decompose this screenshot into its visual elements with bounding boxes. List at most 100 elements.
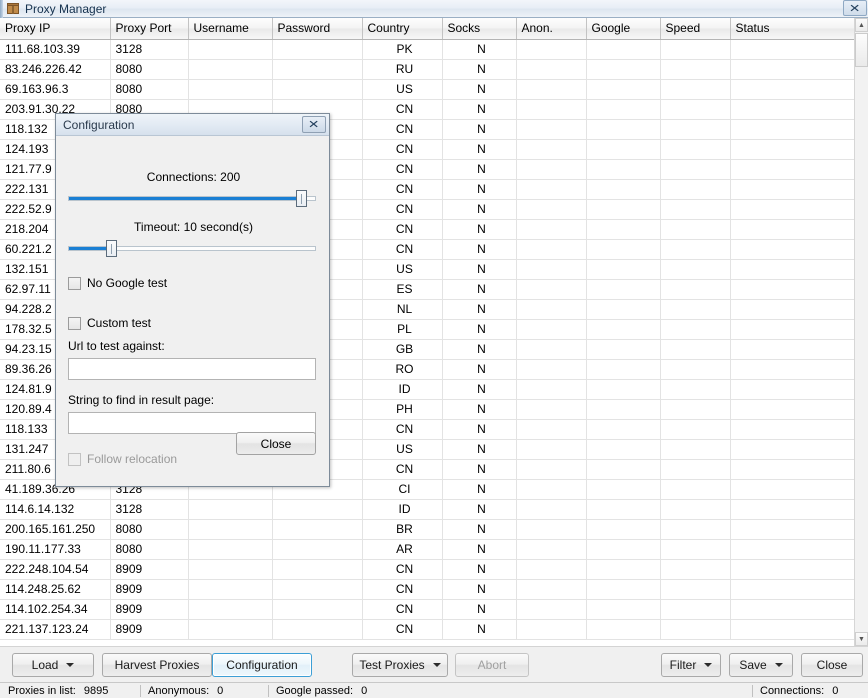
cell-google [586,139,661,160]
cell-anon [516,179,587,200]
table-header-password[interactable]: Password [272,18,363,40]
custom-test-checkbox[interactable]: Custom test [68,316,151,330]
close-button[interactable]: Close [801,653,863,677]
scroll-down-arrow-icon[interactable]: ▼ [855,632,868,646]
load-button-label: Load [31,658,59,672]
save-button[interactable]: Save [729,653,793,677]
cell-password [272,59,363,80]
cell-socks: N [442,539,517,560]
string-input[interactable] [68,412,316,434]
table-header-google[interactable]: Google [586,18,661,40]
cell-status [730,299,855,320]
cell-country: CN [362,599,443,620]
cell-password [272,559,363,580]
abort-button[interactable]: Abort [455,653,529,677]
cell-speed [660,239,731,260]
no-google-test-checkbox[interactable]: No Google test [68,276,167,290]
table-row[interactable]: 111.68.103.39 3128 PK N [0,39,855,60]
cell-country: ID [362,379,443,400]
proxies-in-list-label: Proxies in list: [8,685,76,697]
cell-google [586,159,661,180]
cell-anon [516,559,587,580]
cell-country: AR [362,539,443,560]
status-google-passed: Google passed: 0 [276,684,367,698]
status-divider [268,685,269,697]
cell-speed [660,199,731,220]
cell-google [586,99,661,120]
cell-socks: N [442,59,517,80]
table-header-socks[interactable]: Socks [442,18,517,40]
cell-anon [516,479,587,500]
window-title: Proxy Manager [25,1,107,16]
dialog-close-action-button[interactable]: Close [236,432,316,455]
cell-ip: 200.165.161.250 [0,519,111,540]
table-row[interactable]: 114.248.25.62 8909 CN N [0,579,855,600]
filter-button[interactable]: Filter [661,653,721,677]
table-row[interactable]: 69.163.96.3 8080 US N [0,79,855,100]
cell-username [188,619,273,640]
table-row[interactable]: 114.6.14.132 3128 ID N [0,499,855,520]
cell-anon [516,219,587,240]
chevron-down-icon [66,663,75,667]
cell-username [188,539,273,560]
cell-google [586,619,661,640]
cell-anon [516,499,587,520]
cell-anon [516,99,587,120]
scrollbar-thumb[interactable] [855,33,868,67]
cell-speed [660,479,731,500]
table-header-speed[interactable]: Speed [660,18,731,40]
test-proxies-button-label: Test Proxies [359,658,425,672]
cell-country: CN [362,559,443,580]
cell-username [188,79,273,100]
test-proxies-button[interactable]: Test Proxies [352,653,448,677]
scroll-up-arrow-icon[interactable]: ▲ [855,18,868,32]
table-header-username[interactable]: Username [188,18,273,40]
window-close-button[interactable]: ✕ [843,0,867,16]
vertical-scrollbar[interactable]: ▲ ▼ [854,18,868,646]
connections-slider-thumb[interactable] [296,190,307,207]
cell-google [586,239,661,260]
table-header-port[interactable]: Proxy Port [110,18,189,40]
cell-password [272,39,363,60]
table-row[interactable]: 200.165.161.250 8080 BR N [0,519,855,540]
cell-country: BR [362,519,443,540]
cell-anon [516,599,587,620]
cell-speed [660,79,731,100]
cell-username [188,59,273,80]
url-input[interactable] [68,358,316,380]
cell-anon [516,279,587,300]
status-connections: Connections: 0 [760,684,838,698]
table-header-status[interactable]: Status [730,18,855,40]
connections-slider[interactable] [68,189,316,207]
harvest-proxies-button[interactable]: Harvest Proxies [102,653,212,677]
cell-status [730,139,855,160]
cell-speed [660,139,731,160]
chevron-down-icon [432,663,441,667]
cell-socks: N [442,559,517,580]
table-row[interactable]: 190.11.177.33 8080 AR N [0,539,855,560]
cell-google [586,419,661,440]
cell-country: NL [362,299,443,320]
configuration-button[interactable]: Configuration [212,653,312,677]
table-row[interactable]: 222.248.104.54 8909 CN N [0,559,855,580]
table-row[interactable]: 83.246.226.42 8080 RU N [0,59,855,80]
cell-status [730,279,855,300]
status-divider [140,685,141,697]
timeout-slider[interactable] [68,239,316,257]
load-button[interactable]: Load [12,653,94,677]
cell-username [188,519,273,540]
table-row[interactable]: 221.137.123.24 8909 CN N [0,619,855,640]
cell-status [730,39,855,60]
table-header-country[interactable]: Country [362,18,443,40]
timeout-slider-thumb[interactable] [106,240,117,257]
table-header-anon[interactable]: Anon. [516,18,587,40]
cell-country: US [362,439,443,460]
timeout-slider-label: Timeout: 10 second(s) [134,220,253,234]
cell-speed [660,439,731,460]
table-row[interactable]: 114.102.254.34 8909 CN N [0,599,855,620]
dialog-close-button[interactable]: ✕ [302,116,326,133]
save-button-label: Save [739,658,767,672]
timeout-slider-fill [69,247,110,250]
cell-speed [660,279,731,300]
table-header-ip[interactable]: Proxy IP [0,18,111,40]
